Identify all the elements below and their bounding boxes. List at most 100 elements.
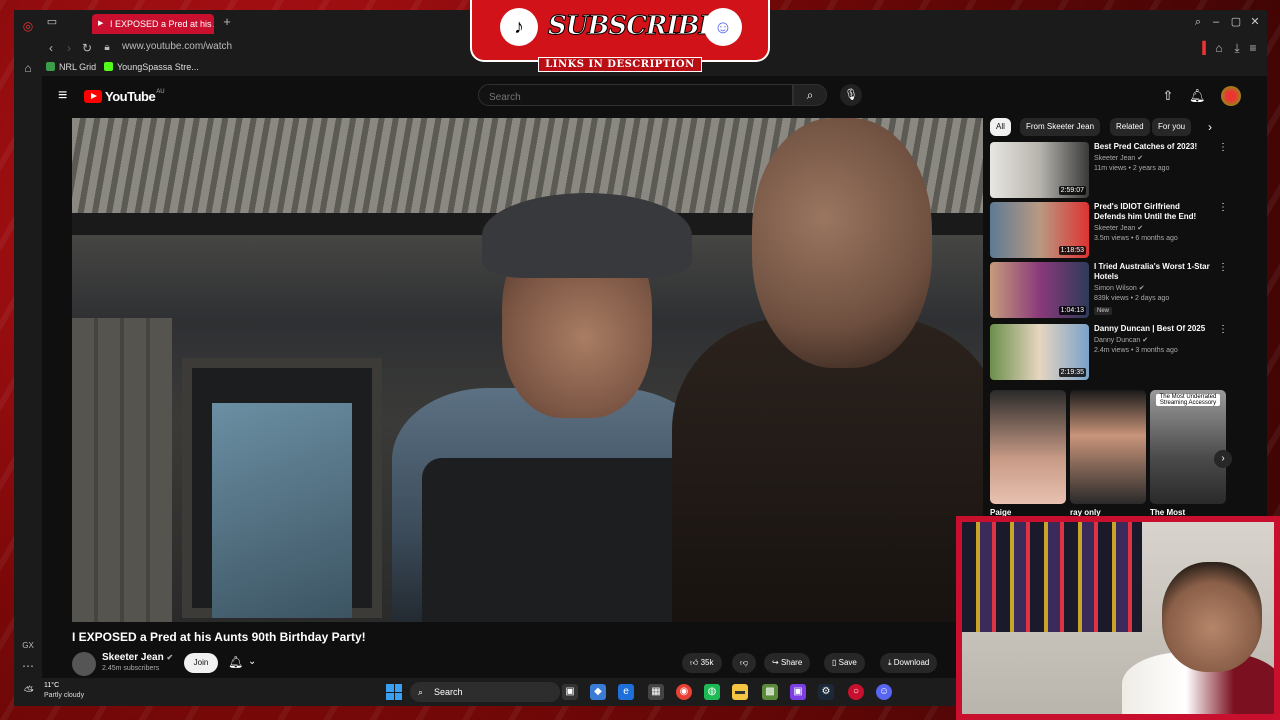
video-frame-cap [482, 193, 692, 278]
bookmark-youngspassa[interactable]: YoungSpassa Stre... [104, 62, 199, 72]
weather-temp[interactable]: 11°C [44, 682, 59, 689]
task-view-icon[interactable]: ▣ [562, 684, 578, 700]
recommended-channel[interactable]: Simon Wilson ✔ [1094, 284, 1145, 292]
recommended-channel[interactable]: Skeeter Jean ✔ [1094, 154, 1143, 162]
chip-for-you[interactable]: For you [1152, 118, 1192, 136]
search-input[interactable] [478, 84, 793, 106]
copilot-icon[interactable]: ◆ [590, 684, 606, 700]
kick-icon [104, 62, 113, 71]
recommendation-chips: All From Skeeter Jean Related For you › [990, 118, 1230, 138]
minecraft-icon[interactable]: ▩ [762, 684, 778, 700]
taskbar-search[interactable]: ⌕ Search [410, 682, 560, 702]
tabs-overview-icon[interactable]: ▭ [46, 16, 58, 28]
account-avatar[interactable] [1221, 86, 1241, 106]
video-thumbnail[interactable]: 2:19:35 [990, 324, 1089, 380]
webcam-jerseys-background [962, 522, 1142, 632]
reload-icon[interactable]: ↻ [80, 41, 94, 55]
recommended-video[interactable]: 2:59:07 Best Pred Catches of 2023! Skeet… [990, 142, 1230, 198]
discord-icon[interactable]: ☺ [876, 684, 892, 700]
downloads-icon[interactable]: ⤓ [1230, 41, 1244, 55]
join-button[interactable]: Join [184, 653, 218, 673]
chevron-right-icon[interactable]: › [1214, 450, 1232, 468]
upload-icon[interactable]: ⇧ [1160, 88, 1176, 104]
more-vert-icon[interactable]: ⋮ [1218, 202, 1228, 213]
search-tabs-icon[interactable]: ⌕ [1192, 16, 1204, 28]
gx-icon[interactable]: GX [20, 638, 36, 654]
video-player[interactable] [72, 118, 983, 622]
like-button[interactable]: 👍︎ 35k [682, 653, 722, 673]
video-frame-wall [72, 318, 172, 622]
recommended-title[interactable]: Danny Duncan | Best Of 2025 [1094, 324, 1212, 334]
maximize-icon[interactable]: ▢ [1230, 16, 1242, 28]
browser-sidebar: ◎ ⌂ GX ⋯ [14, 10, 42, 706]
store-icon[interactable]: ▦ [648, 684, 664, 700]
video-thumbnail[interactable]: 1:18:53 [990, 202, 1089, 258]
short-thumbnail[interactable]: The Most Underrated Streaming Accessory [1150, 390, 1226, 504]
home-icon[interactable]: ⌂ [20, 60, 36, 76]
recommended-channel[interactable]: Skeeter Jean ✔ [1094, 224, 1143, 232]
chevron-right-icon[interactable]: › [1208, 120, 1212, 134]
file-explorer-icon[interactable]: ▬ [732, 684, 748, 700]
steam-icon[interactable]: ⚙ [818, 684, 834, 700]
recommended-meta: 2.4m views • 3 months ago [1094, 347, 1178, 354]
twitch-icon[interactable]: ▣ [790, 684, 806, 700]
windows-start-icon[interactable] [386, 684, 402, 700]
forward-icon[interactable]: › [62, 41, 76, 55]
search-button[interactable]: ⌕ [793, 84, 827, 106]
weather-desc[interactable]: Partly cloudy [44, 692, 84, 699]
chip-all[interactable]: All [990, 118, 1011, 136]
channel-avatar[interactable] [72, 652, 96, 676]
recommended-title[interactable]: Pred's IDIOT Girlfriend Defends him Unti… [1094, 202, 1212, 222]
recommended-title[interactable]: I Tried Australia's Worst 1-Star Hotels [1094, 262, 1212, 282]
chrome-icon[interactable]: ◉ [676, 684, 692, 700]
more-vert-icon[interactable]: ⋮ [1218, 142, 1228, 153]
thumbs-up-icon: 👍︎ [690, 658, 699, 667]
minimize-icon[interactable]: – [1210, 16, 1222, 28]
recommended-channel[interactable]: Danny Duncan ✔ [1094, 336, 1148, 344]
easy-setup-icon[interactable]: ≡ [1246, 41, 1260, 55]
short-thumbnail[interactable] [1070, 390, 1146, 504]
recommended-video[interactable]: 1:18:53 Pred's IDIOT Girlfriend Defends … [990, 202, 1230, 258]
chevron-down-icon[interactable]: ⌄ [248, 656, 256, 667]
wallet-icon[interactable]: ⌂ [1212, 41, 1226, 55]
close-window-icon[interactable]: ✕ [1249, 16, 1261, 28]
chip-from-channel[interactable]: From Skeeter Jean [1020, 118, 1101, 136]
more-vert-icon[interactable]: ⋮ [1218, 324, 1228, 335]
dislike-button[interactable]: 👎︎ [732, 653, 757, 673]
save-icon: ▯ [832, 658, 837, 667]
edge-icon[interactable]: e [618, 684, 634, 700]
recommended-title[interactable]: Best Pred Catches of 2023! [1094, 142, 1212, 152]
nrl-grid-icon [46, 62, 55, 71]
back-icon[interactable]: ‹ [44, 41, 58, 55]
more-vert-icon[interactable]: ⋮ [1218, 262, 1228, 273]
recommended-video[interactable]: 2:19:35 Danny Duncan | Best Of 2025 Dann… [990, 324, 1230, 380]
subscriber-count: 2.45m subscribers [102, 665, 160, 672]
menu-icon[interactable]: ≡ [58, 88, 67, 104]
video-thumbnail[interactable]: 1:04:13 [990, 262, 1089, 318]
url-field[interactable]: www.youtube.com/watch [122, 41, 232, 52]
subscribed-bell-icon[interactable]: 🔔︎ [228, 655, 243, 669]
recommended-video[interactable]: 1:04:13 I Tried Australia's Worst 1-Star… [990, 262, 1230, 318]
voice-search-icon[interactable]: 🎙︎ [840, 84, 862, 106]
video-thumbnail[interactable]: 2:59:07 [990, 142, 1089, 198]
more-icon[interactable]: ⋯ [20, 658, 36, 674]
new-tab-button[interactable]: + [220, 15, 234, 29]
opera-logo-icon[interactable]: ◎ [20, 18, 36, 34]
opera-gx-icon[interactable]: ○ [848, 684, 864, 700]
tab-youtube[interactable]: ▶ I EXPOSED a Pred at his Au [92, 14, 214, 34]
download-button[interactable]: ⤓ Download [880, 653, 938, 673]
channel-name[interactable]: Skeeter Jean ✔ [102, 652, 173, 663]
save-button[interactable]: ▯ Save [824, 653, 865, 673]
spotify-icon[interactable]: ◍ [704, 684, 720, 700]
youtube-logo[interactable]: YouTube AU [84, 88, 165, 104]
share-button[interactable]: ↪ Share [764, 653, 811, 673]
chip-related[interactable]: Related [1110, 118, 1150, 136]
partly-cloudy-icon[interactable]: ⛅︎ [24, 684, 38, 698]
search-icon: ⌕ [418, 687, 424, 697]
recommended-meta: 3.5m views • 6 months ago [1094, 235, 1178, 242]
short-thumbnail[interactable] [990, 390, 1066, 504]
notifications-icon[interactable]: 🔔︎ [1189, 88, 1206, 104]
bookmark-nrl-grid[interactable]: NRL Grid [46, 62, 96, 72]
youtube-header: ≡ YouTube AU ⌕ 🎙︎ ⇧ 🔔︎ [42, 76, 1267, 116]
verified-icon: ✔ [1138, 285, 1145, 292]
